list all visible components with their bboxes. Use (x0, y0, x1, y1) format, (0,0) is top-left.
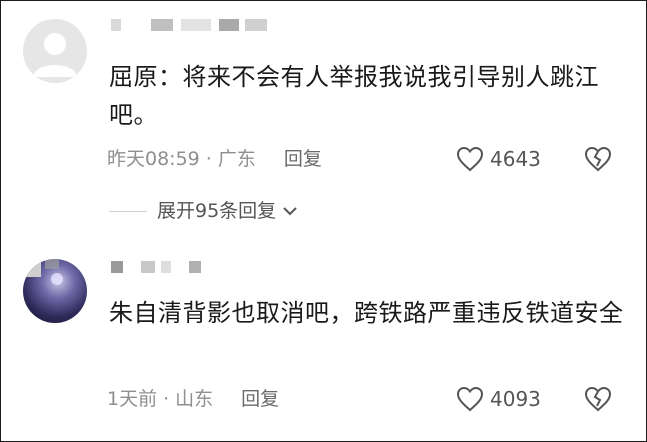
broken-heart-icon (584, 386, 612, 412)
comment-list: 屈原：将来不会有人举报我说我引导别人跳江吧。 昨天08:59 · 广东 回复 4643… (0, 0, 647, 442)
expand-replies-button[interactable]: 展开95条回复 (109, 198, 298, 224)
reply-button[interactable]: 回复 (284, 148, 322, 170)
default-avatar-icon (33, 33, 77, 77)
comment-meta: 1天前 · 山东 回复 (107, 386, 279, 412)
heart-outline-icon (456, 146, 484, 172)
comment-location: 山东 (175, 388, 214, 410)
comment-time: 昨天08:59 (107, 148, 200, 170)
avatar[interactable] (23, 259, 87, 323)
username-redacted[interactable] (111, 19, 271, 37)
like-count: 4643 (490, 147, 541, 171)
heart-outline-icon (456, 386, 484, 412)
broken-heart-icon (584, 146, 612, 172)
dislike-button[interactable] (584, 145, 612, 173)
expand-replies-label: 展开95条回复 (157, 200, 277, 222)
separator: · (205, 148, 212, 170)
comment-time: 1天前 (107, 388, 158, 410)
like-count: 4093 (490, 387, 541, 411)
avatar-image (23, 259, 63, 285)
avatar[interactable] (23, 19, 87, 83)
comment-text: 朱自清背影也取消吧，跨铁路严重违反铁道安全 (109, 299, 624, 327)
dislike-button[interactable] (584, 385, 612, 413)
like-button[interactable]: 4093 (456, 385, 541, 413)
divider (109, 210, 147, 212)
comment-text: 屈原：将来不会有人举报我说我引导别人跳江吧。 (109, 63, 599, 129)
chevron-down-icon (283, 207, 297, 216)
comment-location: 广东 (217, 148, 256, 170)
separator: · (163, 388, 170, 410)
like-button[interactable]: 4643 (456, 145, 541, 173)
username-redacted[interactable] (111, 261, 271, 279)
comment-meta: 昨天08:59 · 广东 回复 (107, 146, 322, 172)
reply-button[interactable]: 回复 (241, 388, 279, 410)
